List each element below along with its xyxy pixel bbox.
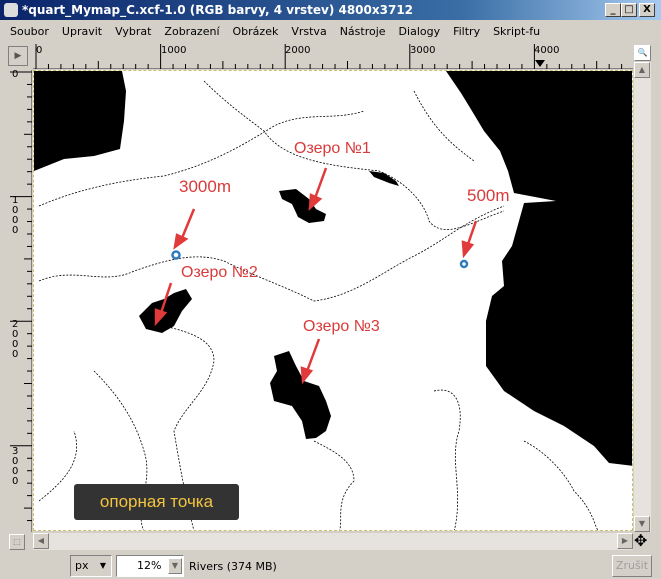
scroll-down-button[interactable]: ▼ <box>634 516 650 532</box>
title-bar: *quart_Mymap_C.xcf-1.0 (RGB barvy, 4 vrs… <box>0 0 661 20</box>
menu-filtry[interactable]: Filtry <box>453 25 480 38</box>
window-title: *quart_Mymap_C.xcf-1.0 (RGB barvy, 4 vrs… <box>22 3 414 17</box>
horizontal-ruler: 0 1000 2000 3000 4000 <box>33 44 635 69</box>
scroll-right-button[interactable]: ▶ <box>617 533 633 549</box>
ruler-label: 1000 <box>12 195 19 236</box>
ruler-label: 3000 <box>12 446 19 487</box>
ruler-label: 2000 <box>285 45 311 56</box>
minimize-button[interactable]: _ <box>605 3 621 17</box>
menu-skript-fu[interactable]: Skript-fu <box>493 25 540 38</box>
status-bar: px ▼ 12% ▼ Rivers (374 MB) <box>0 552 652 579</box>
maximize-button[interactable]: □ <box>621 3 637 17</box>
menu-nastroje[interactable]: Nástroje <box>340 25 386 38</box>
menu-obrazek[interactable]: Obrázek <box>233 25 279 38</box>
zoom-select[interactable]: 12% ▼ <box>116 555 184 577</box>
ruler-label: 2000 <box>12 319 19 360</box>
scroll-up-button[interactable]: ▲ <box>634 62 650 78</box>
marker-3000m <box>171 250 181 260</box>
quick-mask-toggle[interactable]: ▶ <box>8 46 28 66</box>
lake-label-2: Озеро №2 <box>181 264 258 281</box>
altitude-label-500m: 500m <box>467 186 510 205</box>
unit-value: px <box>75 559 89 572</box>
menu-bar: Soubor Upravit Vybrat Zobrazení Obrázek … <box>0 20 652 42</box>
vertical-ruler: 0 1000 2000 3000 <box>10 69 32 534</box>
lake-label-3: Озеро №3 <box>303 318 380 335</box>
selection-icon[interactable]: ⬚ <box>9 534 25 550</box>
sea-left <box>34 71 126 171</box>
ruler-label: 3000 <box>410 45 436 56</box>
menu-soubor[interactable]: Soubor <box>10 25 49 38</box>
horizontal-scrollbar[interactable]: ◀ ▶ <box>33 533 633 550</box>
lake-3 <box>270 351 331 439</box>
chevron-down-icon[interactable]: ▼ <box>168 558 182 574</box>
marker-500m <box>459 259 469 269</box>
reference-point-label: опорная точка <box>74 484 239 520</box>
close-button[interactable]: X <box>639 3 655 17</box>
ruler-label: 0 <box>36 45 43 56</box>
zoom-icon[interactable]: 🔍 <box>634 45 651 61</box>
unit-select[interactable]: px ▼ <box>70 555 112 577</box>
gimp-icon <box>4 3 18 17</box>
navigate-icon[interactable]: ✥ <box>634 532 647 550</box>
altitude-label-3000m: 3000m <box>179 177 231 196</box>
menu-dialogy[interactable]: Dialogy <box>399 25 441 38</box>
ruler-label: 0 <box>12 69 19 80</box>
vertical-scrollbar[interactable]: ▲ ▼ <box>634 62 651 532</box>
lake-1 <box>279 189 326 223</box>
scroll-left-button[interactable]: ◀ <box>33 533 49 549</box>
ruler-label: 1000 <box>161 45 187 56</box>
menu-vybrat[interactable]: Vybrat <box>115 25 151 38</box>
sea-right <box>446 71 632 466</box>
cancel-button[interactable]: Zrušit <box>612 555 652 577</box>
lake-label-1: Озеро №1 <box>294 140 371 157</box>
status-text: Rivers (374 MB) <box>189 560 277 573</box>
menu-upravit[interactable]: Upravit <box>62 25 102 38</box>
zoom-value: 12% <box>137 559 162 572</box>
ruler-label: 4000 <box>534 45 560 56</box>
menu-vrstva[interactable]: Vrstva <box>291 25 326 38</box>
pointer-marker <box>535 60 545 67</box>
menu-zobrazeni[interactable]: Zobrazení <box>164 25 219 38</box>
image-canvas[interactable]: 3000m Озеро №1 500m Озеро №2 Озеро №3 <box>33 70 633 531</box>
